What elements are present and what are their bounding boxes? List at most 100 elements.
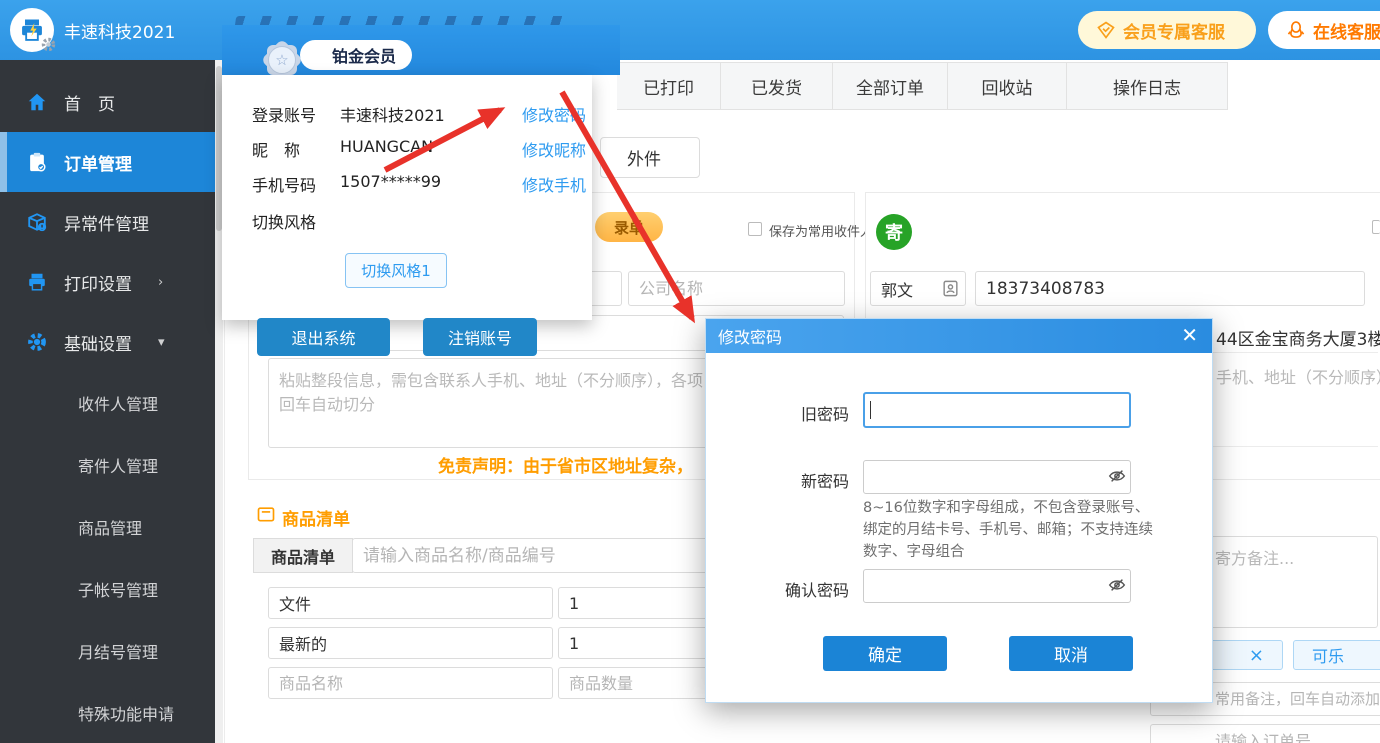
close-icon[interactable]: ✕ bbox=[1181, 323, 1198, 347]
nickname-label: 昵 称 bbox=[252, 141, 301, 160]
home-icon bbox=[28, 93, 46, 111]
remark-tag-2[interactable]: 可乐 bbox=[1293, 640, 1380, 670]
phone-row: 手机号码 1507*****99 修改手机 bbox=[252, 172, 586, 195]
tab-recycle-bin[interactable]: 回收站 bbox=[948, 62, 1067, 110]
order-no-input[interactable] bbox=[1150, 724, 1380, 743]
change-password-link[interactable]: 修改密码 bbox=[522, 102, 586, 126]
gear-mini-icon bbox=[40, 36, 57, 57]
save-recipient-checkbox[interactable] bbox=[748, 222, 762, 236]
app-title: 丰速科技2021 bbox=[64, 22, 176, 43]
paste-info-placeholder: 粘贴整段信息，需包含联系人手机、地址（不分顺序），各项 回车自动切分 bbox=[279, 371, 704, 414]
sender-phone-input[interactable] bbox=[975, 271, 1365, 306]
product-search-label: 商品清单 bbox=[253, 538, 353, 573]
confirm-password-label: 确认密码 bbox=[784, 581, 849, 600]
disclaimer-text-left: 免责声明：由于省市区地址复杂， bbox=[438, 457, 693, 477]
switch-style-button[interactable]: 切换风格1 bbox=[345, 253, 447, 288]
deactivate-account-button[interactable]: 注销账号 bbox=[423, 318, 537, 356]
sidebar-item-label: 打印设置 bbox=[64, 274, 132, 295]
new-password-input[interactable] bbox=[863, 460, 1131, 494]
qq-penguin-icon bbox=[1287, 21, 1305, 38]
product-list-icon bbox=[256, 504, 276, 528]
change-phone-link[interactable]: 修改手机 bbox=[522, 172, 586, 196]
modal-title: 修改密码 bbox=[718, 328, 783, 347]
logout-button[interactable]: 退出系统 bbox=[257, 318, 390, 356]
sidebar-item-label: 异常件管理 bbox=[64, 214, 149, 235]
printer-icon bbox=[29, 273, 45, 291]
eye-off-icon[interactable] bbox=[1108, 467, 1126, 485]
online-service-label: 在线客服 bbox=[1313, 22, 1380, 43]
chevron-right-icon: › bbox=[158, 274, 164, 290]
member-service-button[interactable]: 会员专属客服 bbox=[1078, 11, 1256, 49]
sidebar-item-label: 基础设置 bbox=[64, 334, 132, 355]
contact-book-icon[interactable] bbox=[941, 279, 960, 302]
change-nickname-link[interactable]: 修改昵称 bbox=[522, 137, 586, 161]
sidebar-item-label: 订单管理 bbox=[64, 154, 132, 175]
confirm-button[interactable]: 确定 bbox=[823, 636, 947, 671]
old-password-input[interactable] bbox=[863, 392, 1131, 428]
style-row: 切换风格 bbox=[252, 209, 582, 232]
phone-label: 手机号码 bbox=[252, 176, 317, 195]
old-password-label: 旧密码 bbox=[800, 405, 849, 424]
style-label: 切换风格 bbox=[252, 213, 317, 232]
sender-paste-hint-fragment: 手机、地址（不分顺序） bbox=[1216, 368, 1380, 387]
sidebar-item-print-settings[interactable]: 打印设置 › bbox=[0, 252, 215, 312]
sidebar-subitem-products[interactable]: 商品管理 bbox=[0, 496, 215, 558]
tag-label: 可乐 bbox=[1312, 647, 1345, 666]
chevron-down-icon: ▾ bbox=[158, 334, 165, 350]
filter-box-label: 外件 bbox=[627, 150, 661, 170]
tab-shipped[interactable]: 已发货 bbox=[721, 62, 833, 110]
product-list-title: 商品清单 bbox=[282, 510, 350, 530]
password-rule-hint: 8~16位数字和字母组成，不包含登录账号、绑定的月结卡号、手机号、邮箱；不支持连… bbox=[863, 500, 1153, 560]
sidebar-subitem-monthly-account[interactable]: 月结号管理 bbox=[0, 620, 215, 682]
medal-star: ☆ bbox=[275, 51, 289, 69]
account-row: 登录账号 丰速科技2021 修改密码 bbox=[252, 102, 586, 125]
sidebar-menu: 首 页 订单管理 异常件管理 打印设置 › 基础设置 ▾ 收件人管理 寄件人管理 bbox=[0, 72, 215, 743]
sidebar-item-label: 首 页 bbox=[64, 94, 115, 115]
diamond-check-icon bbox=[1097, 21, 1115, 39]
new-password-label: 新密码 bbox=[800, 472, 849, 491]
sender-remark-placeholder: 寄方备注... bbox=[1215, 549, 1295, 568]
sidebar-item-basic-settings[interactable]: 基础设置 ▾ bbox=[0, 312, 215, 372]
product-name-input-2[interactable] bbox=[268, 627, 553, 659]
sidebar-subitem-recipients[interactable]: 收件人管理 bbox=[0, 372, 215, 434]
sender-address-fragment: 44区金宝商务大厦3楼8 bbox=[1216, 330, 1380, 350]
nickname-value: HUANGCAN bbox=[340, 137, 434, 156]
account-label: 登录账号 bbox=[252, 106, 317, 125]
sender-badge: 寄 bbox=[876, 214, 912, 250]
eye-off-icon[interactable] bbox=[1108, 576, 1126, 594]
product-name-input-1[interactable] bbox=[268, 587, 553, 619]
sidebar-subitem-special-functions[interactable]: 特殊功能申请 bbox=[0, 682, 215, 743]
save-sender-checkbox[interactable] bbox=[1372, 220, 1380, 234]
tab-all-orders[interactable]: 全部订单 bbox=[833, 62, 948, 110]
gear-icon bbox=[28, 333, 46, 351]
sender-box-underline bbox=[1213, 446, 1378, 447]
modal-title-bar: 修改密码 ✕ bbox=[706, 319, 1212, 353]
tab-operation-log[interactable]: 操作日志 bbox=[1067, 62, 1228, 110]
member-level-badge: 铂金会员 bbox=[300, 40, 412, 70]
tag-close-icon[interactable]: × bbox=[1249, 645, 1264, 666]
confirm-password-input[interactable] bbox=[863, 569, 1131, 603]
sidebar-item-exceptions[interactable]: 异常件管理 bbox=[0, 192, 215, 252]
account-value: 丰速科技2021 bbox=[340, 106, 445, 125]
online-service-button[interactable]: 在线客服 bbox=[1268, 11, 1380, 49]
sidebar-item-orders[interactable]: 订单管理 bbox=[0, 132, 215, 192]
save-recipient-label: 保存为常用收件人 bbox=[769, 225, 874, 240]
member-popup: ☆ 铂金会员 登录账号 丰速科技2021 修改密码 昵 称 HUANGCAN 修… bbox=[222, 25, 620, 356]
sidebar-subitem-subaccounts[interactable]: 子帐号管理 bbox=[0, 558, 215, 620]
clipboard-icon bbox=[30, 152, 46, 172]
member-popup-body: 登录账号 丰速科技2021 修改密码 昵 称 HUANGCAN 修改昵称 手机号… bbox=[222, 75, 592, 356]
app-window: 会员专属客服 在线客服 丰速科技2021 首 页 订单管理 异常件管理 打印设置… bbox=[0, 0, 1380, 743]
product-name-input-3[interactable] bbox=[268, 667, 553, 699]
sidebar-subitem-senders[interactable]: 寄件人管理 bbox=[0, 434, 215, 496]
sidebar-logo-area: 丰速科技2021 bbox=[0, 0, 215, 60]
company-name-input[interactable] bbox=[628, 271, 845, 306]
sidebar: 丰速科技2021 首 页 订单管理 异常件管理 打印设置 › 基础设置 ▾ 收件… bbox=[0, 0, 215, 743]
member-service-label: 会员专属客服 bbox=[1123, 22, 1225, 43]
box-alert-icon bbox=[28, 213, 47, 232]
sidebar-item-home[interactable]: 首 页 bbox=[0, 72, 215, 132]
tab-printed[interactable]: 已打印 bbox=[617, 62, 721, 110]
cancel-button[interactable]: 取消 bbox=[1009, 636, 1133, 671]
nickname-row: 昵 称 HUANGCAN 修改昵称 bbox=[252, 137, 586, 160]
phone-value: 1507*****99 bbox=[340, 172, 442, 191]
change-password-modal: 修改密码 ✕ 旧密码 新密码 8~16位数字和字母组成，不包含登录账号、绑定的月… bbox=[705, 318, 1213, 703]
